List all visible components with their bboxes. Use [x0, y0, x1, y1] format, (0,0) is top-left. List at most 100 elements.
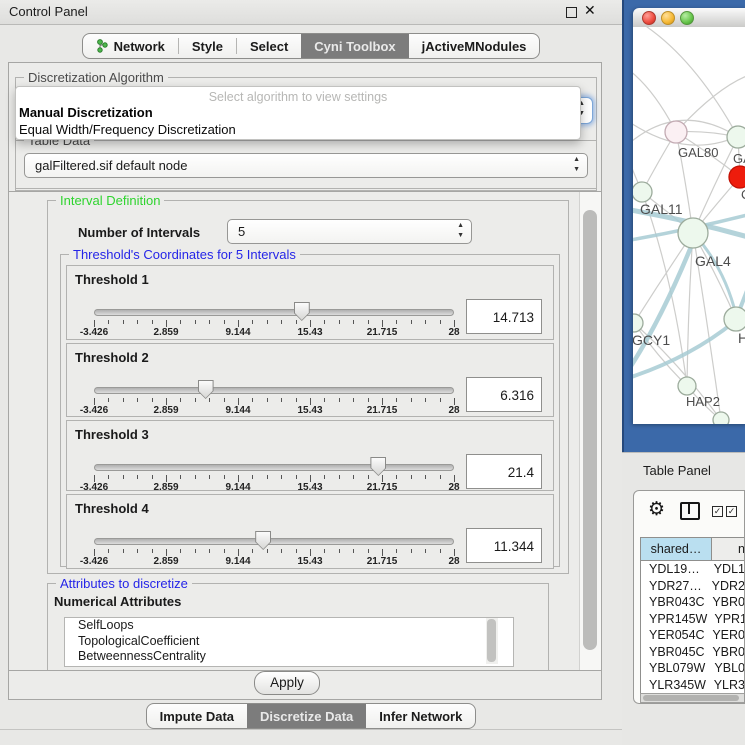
- tab-label: Cyni Toolbox: [314, 39, 395, 54]
- combo-spinner-icon: ▲▼: [573, 155, 580, 175]
- attribute-item[interactable]: SelfLoops: [65, 618, 513, 634]
- numerical-attributes-list[interactable]: SelfLoopsTopologicalCoefficientBetweenne…: [64, 617, 514, 667]
- close-icon[interactable]: ✕: [584, 2, 596, 19]
- network-node-green[interactable]: [724, 307, 745, 331]
- group-title: Threshold's Coordinates for 5 Intervals: [69, 247, 300, 262]
- tab-infer-network[interactable]: Infer Network: [366, 704, 475, 728]
- node-label-gal11: GAL11: [640, 201, 683, 217]
- group-title: Interval Definition: [56, 193, 164, 208]
- tab-cyni-toolbox[interactable]: Cyni Toolbox: [301, 34, 408, 58]
- bottom-tabbar: Impute DataDiscretize Data Infer Network: [146, 703, 477, 729]
- network-node-green[interactable]: [678, 218, 708, 248]
- right-column: GAL80GACGAL11GAL4GCY1HHAP2 Table Panel ⚙…: [622, 0, 745, 745]
- network-node-green[interactable]: [633, 182, 652, 202]
- table-row[interactable]: YDR27…YDR2: [641, 578, 745, 595]
- tab-impute-data[interactable]: Impute Data: [147, 704, 247, 728]
- network-window-titlebar[interactable]: [633, 8, 745, 28]
- tab-label: jActiveMNodules: [422, 39, 527, 54]
- threshold-value-field[interactable]: 6.316: [466, 377, 542, 412]
- split-view-icon[interactable]: [680, 502, 700, 520]
- tab-label: Infer Network: [379, 709, 462, 724]
- network-canvas[interactable]: GAL80GACGAL11GAL4GCY1HHAP2: [633, 27, 745, 424]
- table-row[interactable]: YBR045CYBR0: [641, 644, 745, 661]
- cell-shared-name: YPR145W: [641, 611, 707, 628]
- node-label-gcy1: GCY1: [633, 332, 670, 348]
- gear-icon[interactable]: ⚙: [648, 498, 665, 521]
- dropdown-option-manual[interactable]: Manual Discretization: [19, 105, 153, 120]
- table-row[interactable]: YER054CYER0: [641, 627, 745, 644]
- mac-zoom-button[interactable]: [680, 11, 694, 25]
- table-row[interactable]: YBL079WYBL0: [641, 660, 745, 677]
- table-row[interactable]: YDL19…YDL1: [641, 561, 745, 578]
- threshold-slider-track[interactable]: [94, 387, 454, 394]
- mac-close-button[interactable]: [642, 11, 656, 25]
- num-intervals-combobox[interactable]: 5 ▲▼: [227, 219, 472, 244]
- network-edge-thick: [633, 322, 734, 379]
- threshold-value-field[interactable]: 14.713: [466, 299, 542, 334]
- threshold-box-4: Threshold 4-3.4262.8599.14415.4321.71528…: [66, 494, 554, 569]
- threshold-value-field[interactable]: 21.4: [466, 454, 542, 489]
- threshold-slider-handle[interactable]: [255, 531, 271, 550]
- tab-discretize-data[interactable]: Discretize Data: [247, 704, 366, 728]
- group-title: Attributes to discretize: [56, 576, 192, 591]
- cell-name: YBR0: [705, 644, 745, 661]
- attribute-item[interactable]: BetweennessCentrality: [65, 649, 513, 665]
- table-panel-card: ⚙ ✓ ✓ shared… n YDL19…YDL1YDR27…YDR2YBR0…: [633, 490, 745, 704]
- threshold-slider-track[interactable]: [94, 309, 454, 316]
- slider-tick-labels: -3.4262.8599.14415.4321.71528: [94, 556, 454, 567]
- table-row[interactable]: YPR145WYPR1: [641, 611, 745, 628]
- num-intervals-value: 5: [238, 224, 245, 239]
- slider-tick-labels: -3.4262.8599.14415.4321.71528: [94, 327, 454, 338]
- table-row[interactable]: YLR345WYLR3: [641, 677, 745, 694]
- network-node-green[interactable]: [713, 412, 729, 424]
- threshold-slider-handle[interactable]: [294, 302, 310, 321]
- cell-shared-name: YBR045C: [641, 644, 705, 661]
- tab-network[interactable]: Network: [83, 34, 178, 58]
- cell-shared-name: YER054C: [641, 627, 705, 644]
- panel-title: Control Panel: [9, 4, 88, 19]
- control-panel-titlebar: Control Panel ✕: [0, 0, 622, 25]
- network-window-frame: GAL80GACGAL11GAL4GCY1HHAP2: [622, 0, 745, 452]
- network-node-green[interactable]: [727, 126, 745, 148]
- apply-button[interactable]: Apply: [254, 671, 320, 695]
- threshold-box-2: Threshold 2-3.4262.8599.14415.4321.71528…: [66, 343, 554, 417]
- threshold-value-field[interactable]: 11.344: [466, 528, 542, 563]
- network-node-red[interactable]: [729, 166, 745, 188]
- cell-shared-name: YLR345W: [641, 677, 707, 694]
- node-label-h: H: [738, 330, 745, 346]
- threshold-slider-track[interactable]: [94, 464, 454, 471]
- dropdown-option-equal[interactable]: Equal Width/Frequency Discretization: [19, 122, 236, 137]
- bottom-tabbar-wrap: Impute DataDiscretize Data Infer Network: [0, 703, 622, 729]
- mac-minimize-button[interactable]: [661, 11, 675, 25]
- cell-name: YPR1: [707, 611, 745, 628]
- node-label-hap2: HAP2: [686, 394, 720, 409]
- threshold-slider-track[interactable]: [94, 538, 454, 545]
- threshold-label: Threshold 1: [75, 272, 149, 287]
- tab-jactivemnodules[interactable]: jActiveMNodules: [409, 34, 540, 58]
- threshold-slider-handle[interactable]: [198, 380, 214, 399]
- table-row[interactable]: YBR043CYBR0: [641, 594, 745, 611]
- thresholds-group: Threshold's Coordinates for 5 Intervals …: [60, 254, 560, 567]
- attributes-list-scrollbar[interactable]: [486, 618, 498, 664]
- tab-style[interactable]: Style: [179, 34, 236, 58]
- panel-vertical-scrollbar[interactable]: [579, 192, 601, 670]
- interval-definition-group: Interval Definition Number of Intervals …: [47, 200, 569, 574]
- column-header-shared[interactable]: shared…: [641, 538, 712, 560]
- column-header-name[interactable]: n: [712, 538, 745, 560]
- dropdown-placeholder: Select algorithm to view settings: [16, 90, 580, 104]
- table-data-combobox[interactable]: galFiltered.sif default node ▲▼: [24, 153, 588, 178]
- checkbox-icon[interactable]: ✓: [712, 506, 723, 517]
- checkbox-icon[interactable]: ✓: [726, 506, 737, 517]
- network-node-green[interactable]: [678, 377, 696, 395]
- table-horizontal-scrollbar[interactable]: [640, 693, 745, 703]
- float-window-icon[interactable]: [566, 7, 577, 18]
- network-window: GAL80GACGAL11GAL4GCY1HHAP2: [633, 8, 745, 424]
- settings-scroll-panel: Interval Definition Number of Intervals …: [9, 191, 601, 671]
- tab-select[interactable]: Select: [237, 34, 301, 58]
- attribute-item[interactable]: TopologicalCoefficient: [65, 634, 513, 650]
- tab-label: Style: [192, 39, 223, 54]
- network-icon: [96, 39, 109, 53]
- network-node-pink[interactable]: [665, 121, 687, 143]
- threshold-slider-handle[interactable]: [370, 457, 386, 476]
- attributes-group: Attributes to discretize Numerical Attri…: [47, 583, 549, 671]
